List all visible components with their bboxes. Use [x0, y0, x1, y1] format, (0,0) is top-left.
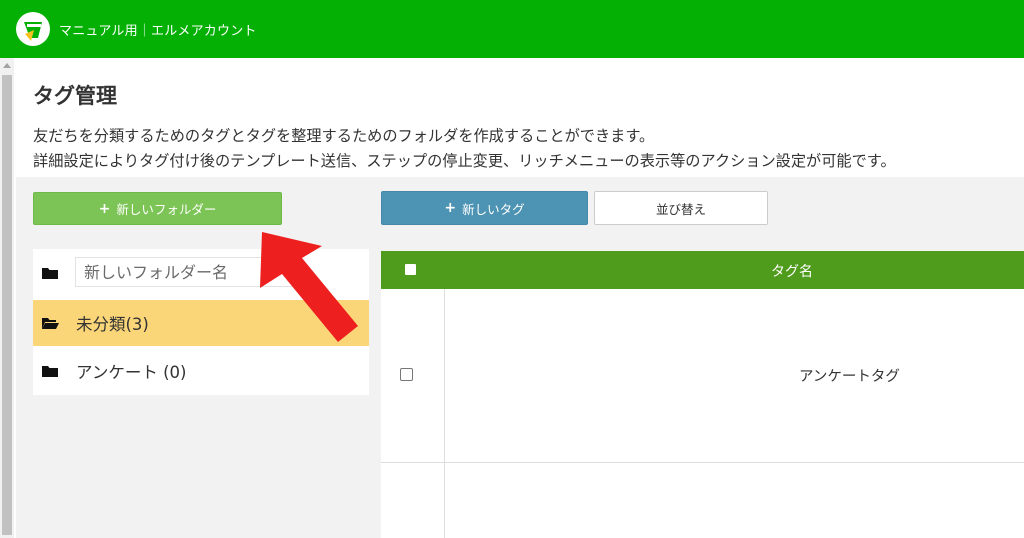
new-tag-button-label: 新しいタグ	[462, 201, 525, 217]
new-folder-button[interactable]: + 新しいフォルダー	[33, 192, 282, 225]
tag-name-cell[interactable]: アンケートタグ	[799, 365, 900, 386]
folder-open-icon	[41, 316, 59, 330]
app-logo-icon[interactable]	[16, 12, 50, 46]
vertical-scrollbar[interactable]	[0, 58, 14, 538]
red-pointer-arrow-icon	[258, 228, 363, 346]
table-header: タグ名	[381, 251, 1024, 289]
folder-item-label: アンケート (0)	[76, 363, 187, 382]
new-folder-button-label: 新しいフォルダー	[116, 202, 217, 217]
new-tag-button[interactable]: + 新しいタグ	[381, 191, 588, 225]
column-header-tag-name: タグ名	[771, 264, 813, 280]
top-header-bar: マニュアル用｜エルメアカウント	[0, 0, 1024, 58]
folder-item-label: 未分類(3)	[76, 315, 149, 334]
page-title: タグ管理	[33, 84, 117, 108]
row-divider	[381, 462, 1024, 463]
folder-icon	[41, 266, 59, 280]
scrollbar-thumb[interactable]	[2, 75, 12, 535]
plus-icon: +	[444, 200, 457, 216]
folder-item-survey[interactable]: アンケート (0)	[33, 348, 369, 394]
account-name[interactable]: マニュアル用｜エルメアカウント	[59, 20, 257, 39]
plus-icon: +	[98, 200, 111, 217]
folder-icon	[41, 364, 59, 378]
sort-button-label: 並び替え	[655, 201, 706, 217]
scroll-up-arrow-icon[interactable]	[3, 63, 11, 68]
select-all-checkbox[interactable]	[405, 264, 416, 275]
sort-button[interactable]: 並び替え	[594, 191, 768, 225]
column-divider	[444, 289, 445, 538]
page-description-line-1: 友だちを分類するためのタグとタグを整理するためのフォルダを作成することができます…	[33, 127, 655, 145]
page-description-line-2: 詳細設定によりタグ付け後のテンプレート送信、ステップの停止変更、リッチメニューの…	[33, 152, 896, 170]
row-checkbox[interactable]	[400, 368, 413, 381]
tag-table: タグ名 アンケートタグ	[381, 251, 1024, 538]
